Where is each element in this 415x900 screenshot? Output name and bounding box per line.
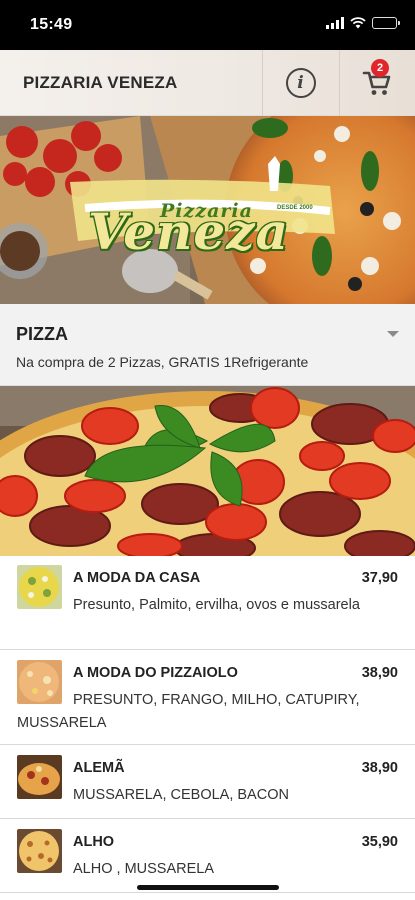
product-name: A MODA DA CASA — [73, 570, 201, 586]
category-image — [0, 386, 415, 556]
category-promo-text: Na compra de 2 Pizzas, GRATIS 1Refrigera… — [16, 354, 309, 370]
product-row[interactable]: ALHO 35,90 ALHO , MUSSARELA — [0, 819, 415, 893]
product-price: 38,90 — [361, 665, 398, 681]
home-indicator[interactable] — [137, 885, 279, 890]
wifi-icon — [350, 17, 366, 29]
status-bar: 15:49 — [0, 0, 415, 50]
product-row[interactable]: A MODA DO PIZZAIOLO 38,90 PRESUNTO, FRAN… — [0, 650, 415, 745]
cart-button[interactable]: 2 — [339, 50, 415, 116]
pizzaria-logo-main: Veneza — [88, 202, 289, 261]
product-description: Presunto, Palmito, ervilha, ovos e mussa… — [73, 597, 360, 613]
category-header[interactable]: PIZZA Na compra de 2 Pizzas, GRATIS 1Ref… — [0, 304, 415, 386]
product-row[interactable]: ALEMÃ 38,90 MUSSARELA, CEBOLA, BACON — [0, 745, 415, 819]
product-price: 38,90 — [361, 760, 398, 776]
info-icon: i — [285, 68, 316, 98]
restaurant-banner: Pizzaria Veneza DESDE 2000 — [0, 116, 415, 304]
chevron-down-icon[interactable] — [387, 331, 399, 337]
product-name: A MODA DO PIZZAIOLO — [73, 665, 238, 681]
app-title: PIZZARIA VENEZA — [23, 73, 178, 92]
cart-count-badge: 2 — [371, 59, 389, 77]
product-name: ALHO — [73, 834, 115, 850]
product-price: 35,90 — [361, 834, 398, 850]
battery-icon — [372, 17, 400, 29]
status-time: 15:49 — [30, 16, 73, 33]
info-button[interactable]: i — [262, 50, 339, 116]
status-icons — [326, 17, 400, 29]
signal-icon — [326, 17, 344, 29]
product-list: A MODA DA CASA 37,90 Presunto, Palmito, … — [0, 556, 415, 893]
product-price: 37,90 — [361, 570, 398, 586]
product-description: MUSSARELA, CEBOLA, BACON — [73, 787, 289, 803]
product-description: ALHO , MUSSARELA — [73, 861, 215, 877]
product-description: PRESUNTO, FRANGO, MILHO, CATUPIRY, MUSSA… — [17, 692, 360, 731]
product-name: ALEMÃ — [73, 760, 125, 776]
pizzaria-logo-tag: DESDE 2000 — [277, 205, 313, 211]
product-row[interactable]: A MODA DA CASA 37,90 Presunto, Palmito, … — [0, 556, 415, 650]
app-header: PIZZARIA VENEZA i 2 — [0, 50, 415, 116]
category-title: PIZZA — [16, 324, 68, 344]
